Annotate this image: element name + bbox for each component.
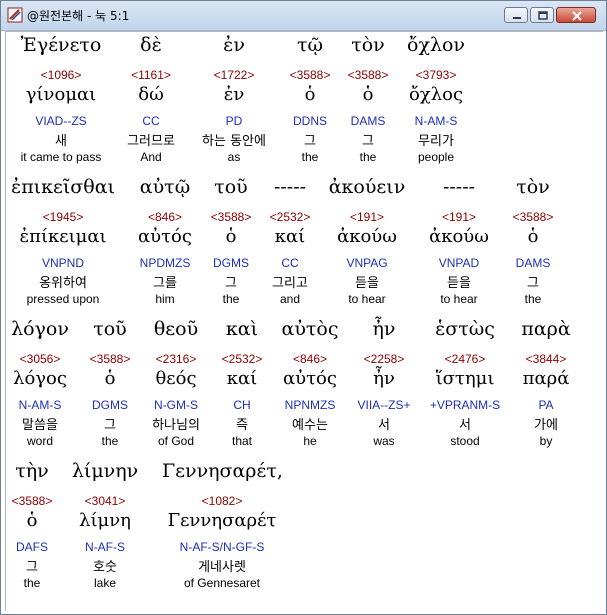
app-icon (7, 7, 23, 23)
app-window: @원전본해 - 눅 5:1 Ἐγένετο <1096> γίνομαι VIA… (0, 0, 607, 615)
parsing-code: N-AM-S (414, 114, 458, 128)
strong-number[interactable]: <3588> (478, 210, 588, 224)
minimize-button[interactable] (504, 7, 528, 23)
lemma: παρά (522, 368, 570, 389)
greek-word: Γεννησαρέτ, (162, 460, 283, 482)
korean-gloss: 무리가 (418, 134, 454, 149)
english-gloss: people (417, 150, 455, 164)
parsing-code: VNPND (41, 256, 84, 270)
word-cell[interactable]: λίμνην <3041> λίμνη N-AF-S 호숫 lake (50, 460, 160, 600)
parsing-code: N-AF-S (85, 540, 125, 554)
parsing-code: N-AF-S/N-GF-S (179, 540, 265, 554)
lemma: Γεννησαρέτ (167, 510, 277, 531)
strong-number[interactable]: <1082> (162, 494, 282, 508)
parsing-code: PA (538, 398, 554, 412)
greek-word: παρὰ (521, 318, 571, 340)
english-gloss: by (539, 434, 553, 448)
parsing-code: DAMS (515, 256, 551, 270)
lemma: ἐπίκειμαι (19, 226, 107, 247)
english-gloss: of Gennesaret (183, 576, 261, 590)
korean-gloss: 가에 (534, 418, 558, 433)
strong-number[interactable]: <1945> (8, 210, 118, 224)
korean-gloss: 그 (527, 276, 539, 291)
greek-word: λίμνην (71, 460, 139, 482)
interlinear-view: Ἐγένετο <1096> γίνομαι VIAD--ZS 새 it cam… (5, 31, 603, 611)
english-gloss: lake (93, 576, 116, 590)
lemma: ὁ (527, 226, 539, 247)
word-cell[interactable]: ἐπικεῖσθαι <1945> ἐπίκειμαι VNPND 옹위하여 p… (8, 176, 118, 316)
korean-gloss: 게네사렛 (198, 560, 246, 575)
word-cell[interactable]: τὸν <3588> ὁ DAMS 그 the (478, 176, 588, 316)
english-gloss: pressed upon (26, 292, 100, 306)
english-gloss: the (524, 292, 542, 306)
greek-word: τὸν (516, 176, 550, 198)
title-bar[interactable]: @원전본해 - 눅 5:1 (1, 1, 606, 31)
window-title: @원전본해 - 눅 5:1 (27, 9, 130, 23)
strong-number[interactable]: <3041> (50, 494, 160, 508)
word-cell[interactable]: ὄχλον <3793> ὄχλος N-AM-S 무리가 people (381, 34, 491, 174)
word-cell[interactable]: Γεννησαρέτ, <1082> Γεννησαρέτ N-AF-S/N-G… (162, 460, 283, 600)
strong-number[interactable]: <3793> (381, 68, 491, 82)
lemma: λίμνη (79, 510, 131, 531)
word-cell[interactable]: παρὰ <3844> παρά PA 가에 by (491, 318, 601, 458)
strong-number[interactable]: <3844> (491, 352, 601, 366)
greek-word: ὄχλον (407, 34, 465, 56)
maximize-button[interactable] (530, 7, 554, 23)
lemma: ὄχλος (408, 84, 464, 105)
greek-word: ἐπικεῖσθαι (11, 176, 115, 198)
maximize-icon (538, 11, 548, 20)
minimize-icon (513, 17, 521, 19)
korean-gloss: 호숫 (93, 560, 117, 575)
close-icon (572, 11, 582, 21)
close-button[interactable] (556, 7, 596, 23)
korean-gloss: 옹위하여 (39, 276, 87, 291)
